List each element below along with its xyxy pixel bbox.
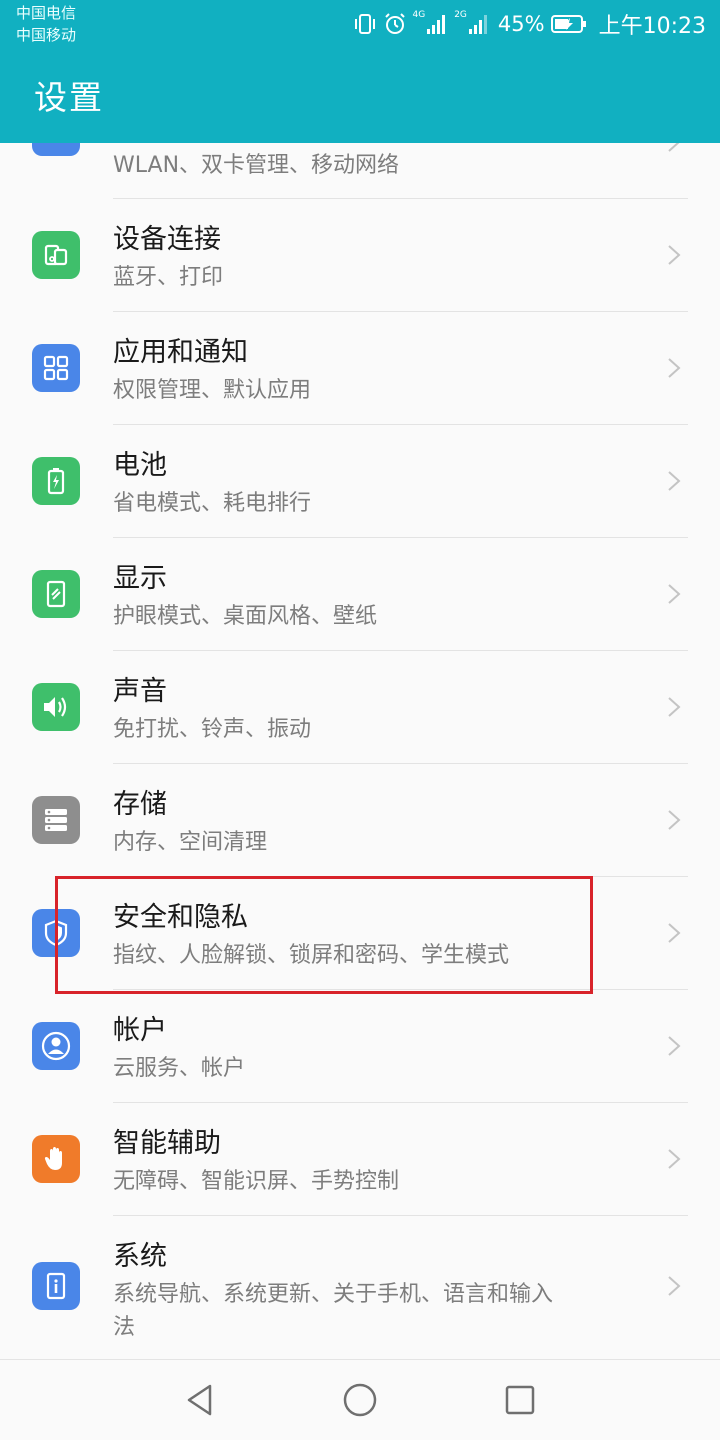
hand-icon [32,1135,80,1183]
chevron-right-icon [668,358,681,378]
settings-item-subtitle: WLAN、双卡管理、移动网络 [113,153,400,178]
chevron-right-icon [668,1149,681,1169]
display-icon [32,570,80,618]
carrier-2: 中国移动 [16,26,77,44]
chevron-right-icon [668,245,681,265]
shield-icon [32,909,80,957]
settings-item-subtitle: 无障碍、智能识屏、手势控制 [113,1169,400,1194]
page-title: 设置 [34,78,104,117]
settings-item-title: 安全和隐私 [113,902,248,933]
settings-item-title: 智能辅助 [113,1128,221,1159]
settings-item-subtitle: 权限管理、默认应用 [113,378,312,403]
alarm-icon [383,12,407,36]
home-button[interactable] [340,1380,380,1420]
top-bar: 中国电信 中国移动 4G 2G 45% 上午10:23 设置 [0,0,720,143]
carrier-1: 中国电信 [16,4,77,22]
network-label-1: 4G [412,10,426,20]
info-icon [32,1262,80,1310]
battery-icon [32,457,80,505]
chevron-right-icon [668,1276,681,1296]
chevron-right-icon [668,697,681,717]
settings-item-battery[interactable]: 电池 省电模式、耗电排行 [0,425,720,538]
back-icon [187,1384,212,1416]
settings-screen: 中国电信 中国移动 4G 2G 45% 上午10:23 设置 WLAN、双卡管理… [0,0,720,1440]
settings-item-subtitle: 指纹、人脸解锁、锁屏和密码、学生模式 [113,943,510,968]
back-button[interactable] [180,1380,220,1420]
account-icon [32,1022,80,1070]
home-icon [343,1383,377,1417]
settings-item-subtitle: 云服务、帐户 [113,1056,246,1081]
chevron-right-icon [668,923,681,943]
speaker-icon [32,683,80,731]
settings-item-title: 显示 [113,563,167,594]
signal-2g-icon [468,13,490,35]
apps-grid-icon [32,344,80,392]
battery-charging-icon [550,14,587,34]
settings-item-sound[interactable]: 声音 免打扰、铃声、振动 [0,651,720,764]
recents-icon [505,1385,535,1415]
chevron-right-icon [668,143,680,152]
settings-item-title: 设备连接 [113,224,221,255]
settings-item-subtitle: 省电模式、耗电排行 [113,491,312,516]
settings-item-title: 声音 [113,676,167,707]
settings-item-subtitle: 蓝牙、打印 [113,265,224,290]
settings-item-title: 应用和通知 [113,337,248,368]
network-label-2: 2G [454,10,467,20]
settings-item-subtitle: 免打扰、铃声、振动 [113,717,312,742]
status-icons: 4G 2G 45% 上午10:23 [353,8,706,40]
chevron-right-icon [668,810,681,830]
settings-item-security-privacy[interactable]: 安全和隐私 指纹、人脸解锁、锁屏和密码、学生模式 [0,877,720,990]
recents-button[interactable] [500,1380,540,1420]
storage-icon [32,796,80,844]
network-icon [32,143,80,156]
settings-item-accounts[interactable]: 帐户 云服务、帐户 [0,990,720,1103]
battery-percent: 45% [497,12,545,36]
signal-4g-icon [426,13,448,35]
settings-item-display[interactable]: 显示 护眼模式、桌面风格、壁纸 [0,538,720,651]
settings-item-subtitle: 护眼模式、桌面风格、壁纸 [113,604,378,629]
settings-item-storage[interactable]: 存储 内存、空间清理 [0,764,720,877]
settings-list[interactable]: WLAN、双卡管理、移动网络 设备连接 蓝牙、打印 应用和通知 权限管理、默认应… [0,143,720,1359]
settings-item-network[interactable]: WLAN、双卡管理、移动网络 [0,143,720,199]
settings-item-system[interactable]: 系统 系统导航、系统更新、关于手机、语言和输入 法 [0,1216,720,1359]
settings-item-title: 系统 [113,1241,167,1272]
clock: 上午10:23 [598,14,706,39]
nav-bar [0,1359,720,1440]
settings-item-title: 存储 [113,789,167,820]
vibrate-icon [353,13,377,35]
settings-item-smart-assist[interactable]: 智能辅助 无障碍、智能识屏、手势控制 [0,1103,720,1216]
settings-item-subtitle-continued: 法 [113,1315,136,1340]
settings-item-subtitle: 内存、空间清理 [113,830,268,855]
settings-item-title: 电池 [113,450,167,481]
chevron-right-icon [668,471,681,491]
device-connection-icon [32,231,80,279]
settings-item-device-connection[interactable]: 设备连接 蓝牙、打印 [0,199,720,312]
settings-item-apps-notifications[interactable]: 应用和通知 权限管理、默认应用 [0,312,720,425]
settings-item-subtitle: 系统导航、系统更新、关于手机、语言和输入 [113,1282,554,1307]
status-bar: 中国电信 中国移动 4G 2G 45% 上午10:23 [0,0,720,48]
settings-item-title: 帐户 [113,1015,167,1046]
chevron-right-icon [668,1036,681,1056]
chevron-right-icon [668,584,681,604]
